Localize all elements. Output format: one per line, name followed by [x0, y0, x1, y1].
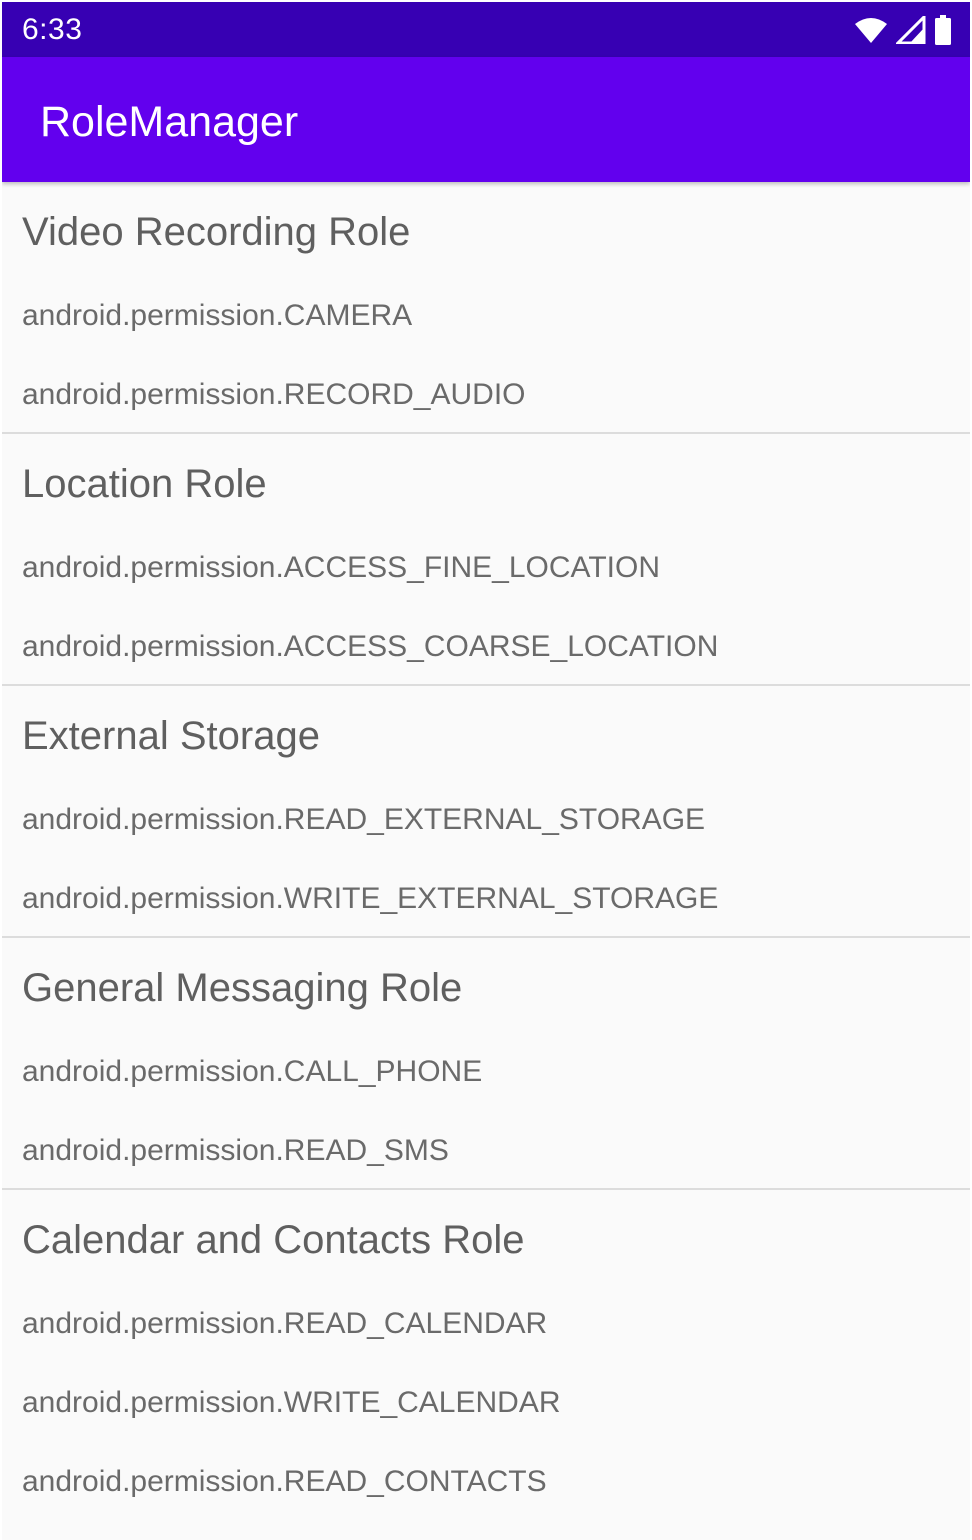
app-bar: RoleManager	[2, 57, 970, 182]
cell-signal-icon	[896, 16, 926, 44]
permission-item: android.permission.ACCESS_FINE_LOCATION	[22, 551, 660, 584]
role-title: Calendar and Contacts Role	[22, 1218, 525, 1262]
battery-icon	[934, 15, 952, 45]
role-title: External Storage	[22, 714, 320, 758]
permission-item: android.permission.WRITE_EXTERNAL_STORAG…	[22, 882, 719, 915]
permission-item: android.permission.READ_CONTACTS	[22, 1465, 547, 1498]
permission-item: android.permission.CALL_PHONE	[22, 1055, 483, 1088]
permission-item: android.permission.ACCESS_COARSE_LOCATIO…	[22, 630, 719, 663]
role-list: Video Recording Role android.permission.…	[2, 182, 970, 1540]
phone-screen: 6:33 RoleManager Video Recording Role an…	[2, 2, 970, 1540]
role-title: General Messaging Role	[22, 966, 463, 1010]
permission-item: android.permission.READ_CALENDAR	[22, 1307, 548, 1340]
permission-item: android.permission.WRITE_CALENDAR	[22, 1386, 561, 1419]
wifi-icon	[854, 16, 888, 44]
role-section-location[interactable]: Location Role android.permission.ACCESS_…	[2, 434, 970, 686]
role-section-calendar-contacts[interactable]: Calendar and Contacts Role android.permi…	[2, 1190, 970, 1540]
permission-item: android.permission.RECORD_AUDIO	[22, 378, 526, 411]
status-icons	[854, 14, 952, 46]
role-section-video-recording[interactable]: Video Recording Role android.permission.…	[2, 182, 970, 434]
role-title: Location Role	[22, 462, 267, 506]
permission-item: android.permission.READ_EXTERNAL_STORAGE	[22, 803, 706, 836]
status-bar: 6:33	[2, 2, 970, 57]
permission-item: android.permission.CAMERA	[22, 299, 413, 332]
role-section-external-storage[interactable]: External Storage android.permission.READ…	[2, 686, 970, 938]
app-title: RoleManager	[40, 98, 299, 146]
status-time: 6:33	[22, 13, 83, 46]
permission-item: android.permission.READ_SMS	[22, 1134, 449, 1167]
role-section-general-messaging[interactable]: General Messaging Role android.permissio…	[2, 938, 970, 1190]
role-title: Video Recording Role	[22, 210, 411, 254]
